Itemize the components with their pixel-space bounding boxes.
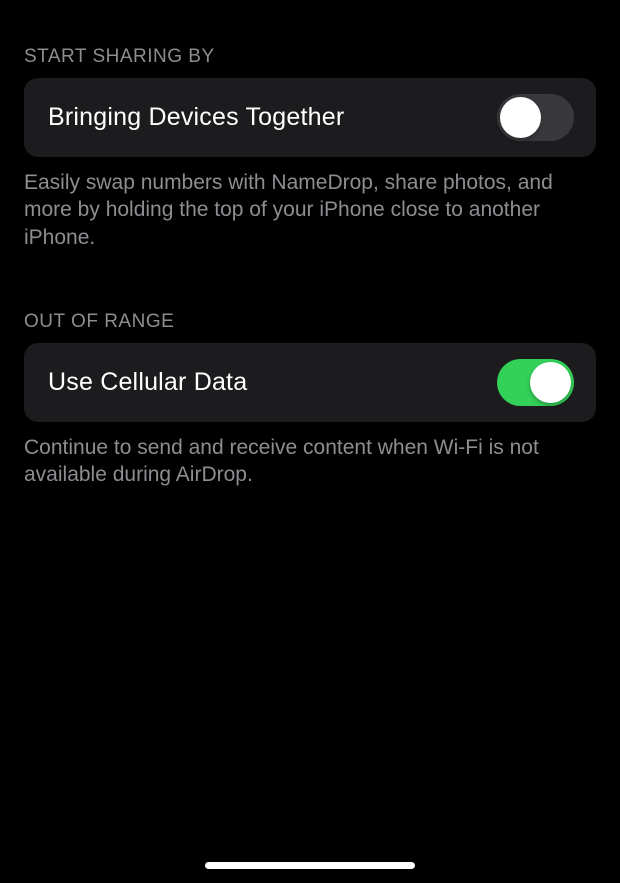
toggle-use-cellular-data[interactable]	[497, 359, 574, 406]
toggle-knob-icon	[530, 362, 571, 403]
home-indicator[interactable]	[205, 862, 415, 869]
section-header-out-of-range: Out of Range	[0, 311, 620, 343]
cell-use-cellular-data[interactable]: Use Cellular Data	[24, 343, 596, 422]
cell-label-bringing-devices: Bringing Devices Together	[48, 103, 344, 132]
footer-out-of-range: Continue to send and receive content whe…	[0, 422, 620, 489]
section-header-start-sharing: Start Sharing By	[0, 46, 620, 78]
toggle-knob-icon	[500, 97, 541, 138]
footer-start-sharing: Easily swap numbers with NameDrop, share…	[0, 157, 620, 251]
cell-label-use-cellular: Use Cellular Data	[48, 368, 247, 397]
cell-bringing-devices-together[interactable]: Bringing Devices Together	[24, 78, 596, 157]
toggle-bringing-devices-together[interactable]	[497, 94, 574, 141]
